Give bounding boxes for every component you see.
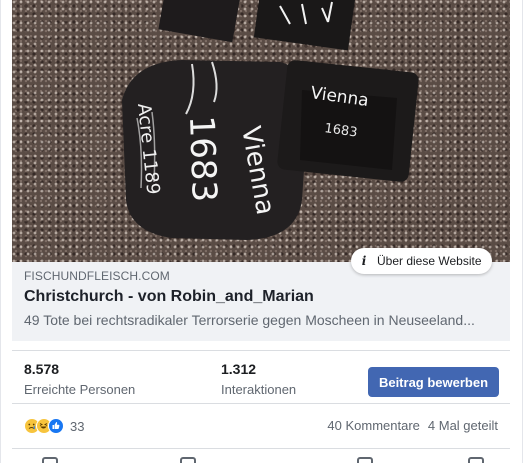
interactions-label: Interaktionen [221,382,297,397]
share-action[interactable] [357,457,373,463]
comments-count[interactable]: 40 Kommentare [327,418,420,433]
like-action[interactable] [42,457,58,463]
photo-text-year-small: 1683 [323,121,358,140]
post-card: Vienna 1683 Acre 1189 Vienna 1683 i Über… [0,0,523,463]
reaction-summary[interactable]: 33 [24,418,84,434]
about-website-button[interactable]: i Über diese Website [351,248,492,274]
photo-text-vienna: Vienna [235,124,280,217]
link-preview-image[interactable]: Vienna 1683 Acre 1189 Vienna 1683 [12,0,510,262]
shares-count[interactable]: 4 Mal geteilt [428,418,498,433]
post-actions-bar [12,448,510,463]
reaction-count: 33 [70,418,85,434]
info-icon: i [361,254,367,268]
photo-text-year-big: 1683 [181,115,224,203]
thumbs-up-icon [42,457,58,463]
link-preview-image-area[interactable]: Vienna 1683 Acre 1189 Vienna 1683 [1,0,522,262]
reach-value: 8.578 [24,361,60,377]
reactions-bar: 33 40 Kommentare 4 Mal geteilt [12,404,510,448]
reach-stat: 8.578 Erreichte Personen [24,361,135,397]
photo-text-vienna-small: Vienna [309,83,370,111]
interactions-stat: 1.312 Interaktionen [221,361,296,397]
interactions-value: 1.312 [221,361,257,377]
photo-writing: Vienna 1683 Acre 1189 Vienna 1683 [133,83,370,217]
engagement-counts: 40 Kommentare 4 Mal geteilt [327,418,498,433]
more-icon [468,457,484,463]
comment-icon [180,457,196,463]
link-description: 49 Tote bei rechtsradikaler Terrorserie … [24,312,475,328]
share-icon [357,457,373,463]
about-website-label: Über diese Website [377,254,482,268]
more-action[interactable] [468,457,484,463]
reach-label: Erreichte Personen [24,382,136,397]
like-reaction-icon [48,418,64,434]
photo-text-acre: Acre 1189 [133,102,163,195]
link-title[interactable]: Christchurch - von Robin_and_Marian [24,288,498,306]
boost-post-button[interactable]: Beitrag bewerben [368,367,499,397]
post-stats: 8.578 Erreichte Personen 1.312 Interakti… [12,350,510,404]
comment-action[interactable] [180,457,196,463]
